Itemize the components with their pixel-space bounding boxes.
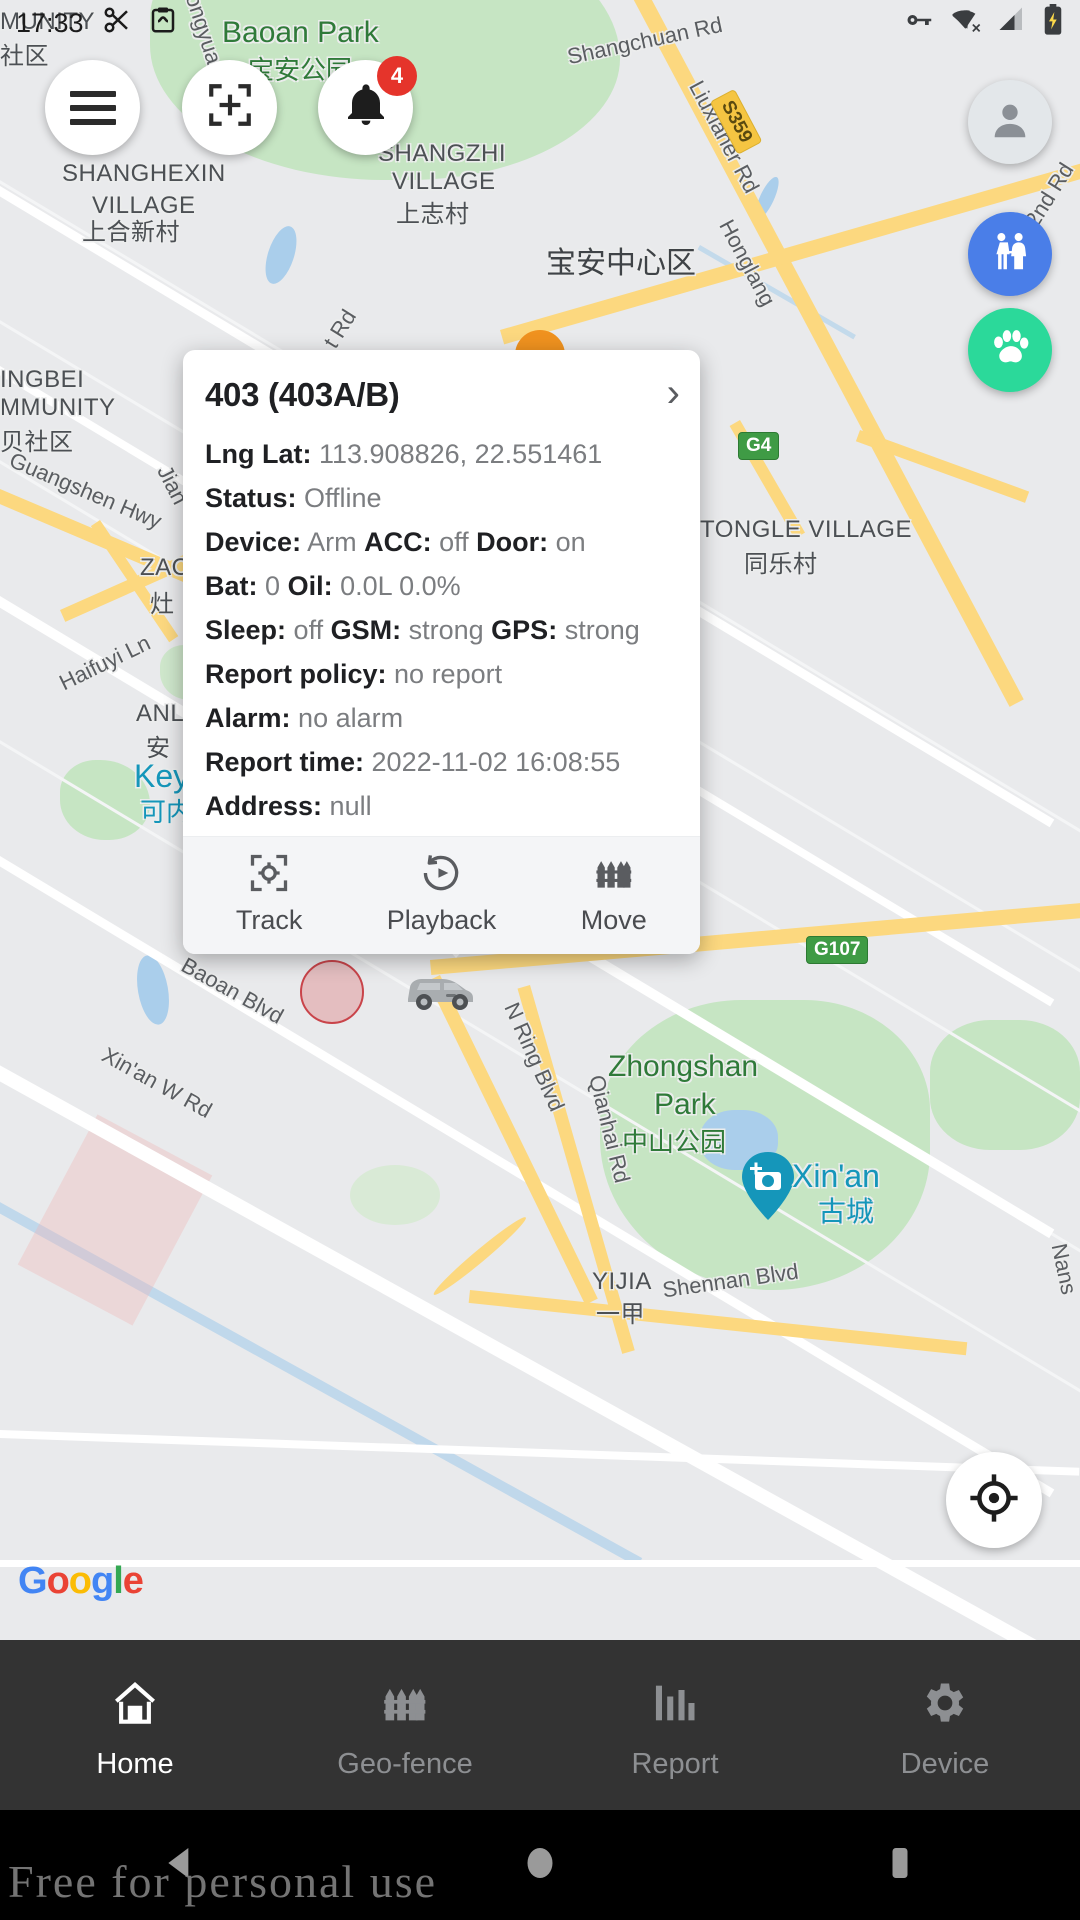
info-label: GSM: bbox=[330, 615, 402, 645]
info-value: off bbox=[293, 615, 324, 645]
paw-icon bbox=[987, 325, 1033, 376]
vehicle-marker[interactable] bbox=[400, 965, 478, 1018]
move-label: Move bbox=[580, 905, 647, 935]
info-row-report-time: Report time: 2022-11-02 16:08:55 bbox=[205, 740, 678, 784]
nav-item-geofence[interactable]: Geo-fence bbox=[270, 1640, 540, 1810]
app-screen: MUNITY 社区 Baoan Park 宝安公园 SHANGHEXIN VIL… bbox=[0, 0, 1080, 1920]
device-info-card[interactable]: 403 (403A/B) › Lng Lat: 113.908826, 22.5… bbox=[183, 350, 700, 954]
chevron-right-icon[interactable]: › bbox=[667, 373, 680, 413]
info-label: Lng Lat: bbox=[205, 439, 312, 469]
gear-icon bbox=[919, 1677, 971, 1734]
device-card-actions: Track Playback Move bbox=[183, 836, 700, 954]
home-icon bbox=[109, 1677, 161, 1734]
notifications-button[interactable]: 4 bbox=[318, 56, 417, 155]
info-value: 113.908826, 22.551461 bbox=[319, 439, 603, 469]
bottom-navigation: Home Geo-fence Report Device bbox=[0, 1640, 1080, 1810]
scan-crosshair-icon bbox=[205, 80, 255, 135]
info-row-report-policy: Report policy: no report bbox=[205, 652, 678, 696]
crosshair-icon bbox=[967, 1471, 1021, 1530]
info-value: 0.0L 0.0% bbox=[340, 571, 461, 601]
notification-badge: 4 bbox=[377, 56, 417, 96]
people-icon bbox=[987, 229, 1033, 280]
nav-label-geofence: Geo-fence bbox=[337, 1748, 473, 1780]
info-row-status: Status: Offline bbox=[205, 476, 678, 520]
nav-label-home: Home bbox=[96, 1748, 174, 1780]
info-label: Sleep: bbox=[205, 615, 287, 645]
info-row-address: Address: null bbox=[205, 784, 678, 828]
my-location-button[interactable] bbox=[946, 1452, 1042, 1548]
poi-pin-xinan[interactable] bbox=[742, 1152, 794, 1225]
info-label: ACC: bbox=[364, 527, 432, 557]
info-row-lnglat: Lng Lat: 113.908826, 22.551461 bbox=[205, 432, 678, 476]
track-target-icon bbox=[247, 851, 291, 895]
google-logo: Google bbox=[18, 1560, 144, 1602]
info-label: Bat: bbox=[205, 571, 258, 601]
watermark-text: Free for personal use bbox=[8, 1856, 438, 1907]
track-label: Track bbox=[235, 905, 303, 935]
info-value: Arm bbox=[307, 527, 357, 557]
person-icon bbox=[987, 97, 1033, 148]
info-value: no alarm bbox=[298, 703, 404, 733]
road-shield: G4 bbox=[738, 432, 780, 460]
info-row-sleep-gsm-gps: Sleep: off GSM: strong GPS: strong bbox=[205, 608, 678, 652]
info-value: Offline bbox=[304, 483, 382, 513]
playback-history-icon bbox=[419, 851, 463, 895]
info-label: Report time: bbox=[205, 747, 365, 777]
system-recents-button[interactable] bbox=[720, 1843, 1080, 1888]
info-value: no report bbox=[394, 659, 503, 689]
home-circle-icon bbox=[520, 1843, 560, 1888]
info-value: 0 bbox=[265, 571, 281, 601]
hamburger-icon bbox=[69, 90, 116, 125]
info-label: Status: bbox=[205, 483, 297, 513]
move-button[interactable]: Move bbox=[528, 851, 700, 936]
info-label: Report policy: bbox=[205, 659, 387, 689]
info-label: Door: bbox=[476, 527, 549, 557]
nav-label-device: Device bbox=[900, 1748, 990, 1780]
info-value: off bbox=[439, 527, 469, 557]
account-button[interactable] bbox=[968, 80, 1052, 164]
info-label: GPS: bbox=[491, 615, 558, 645]
device-title: 403 (403A/B) bbox=[205, 376, 400, 413]
scan-button[interactable] bbox=[182, 60, 277, 155]
nav-item-device[interactable]: Device bbox=[810, 1640, 1080, 1810]
info-row-battery-oil: Bat: 0 Oil: 0.0L 0.0% bbox=[205, 564, 678, 608]
family-button[interactable] bbox=[968, 212, 1052, 296]
info-row-alarm: Alarm: no alarm bbox=[205, 696, 678, 740]
nav-item-home[interactable]: Home bbox=[0, 1640, 270, 1810]
road-shield: G107 bbox=[806, 936, 869, 964]
info-value: null bbox=[329, 791, 372, 821]
info-label: Device: bbox=[205, 527, 302, 557]
playback-label: Playback bbox=[386, 905, 497, 935]
info-value: on bbox=[555, 527, 586, 557]
info-row-device: Device: Arm ACC: off Door: on bbox=[205, 520, 678, 564]
recents-square-icon bbox=[880, 1843, 920, 1888]
info-label: Address: bbox=[205, 791, 323, 821]
fence-icon bbox=[592, 851, 636, 895]
info-label: Alarm: bbox=[205, 703, 291, 733]
nav-label-report: Report bbox=[631, 1748, 719, 1780]
info-label: Oil: bbox=[287, 571, 333, 601]
device-info-body: 403 (403A/B) › Lng Lat: 113.908826, 22.5… bbox=[183, 350, 700, 836]
info-value: 2022-11-02 16:08:55 bbox=[371, 747, 621, 777]
geofence-circle bbox=[300, 960, 364, 1024]
bar-chart-icon bbox=[649, 1677, 701, 1734]
track-button[interactable]: Track bbox=[183, 851, 355, 936]
info-value: strong bbox=[408, 615, 484, 645]
menu-button[interactable] bbox=[45, 60, 140, 155]
nav-item-report[interactable]: Report bbox=[540, 1640, 810, 1810]
fence-icon bbox=[379, 1677, 431, 1734]
pet-button[interactable] bbox=[968, 308, 1052, 392]
info-value: strong bbox=[564, 615, 640, 645]
playback-button[interactable]: Playback bbox=[355, 851, 527, 936]
